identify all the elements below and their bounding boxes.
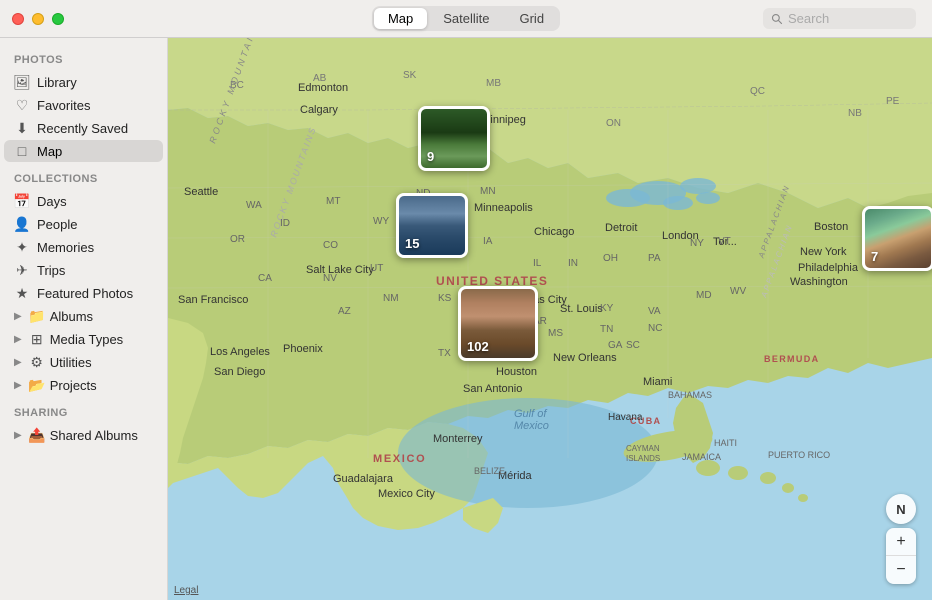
trips-icon: ✈ (14, 262, 30, 278)
sidebar-item-featured-photos-label: Featured Photos (37, 286, 133, 301)
days-icon: 📅 (14, 193, 30, 209)
minimize-button[interactable] (32, 13, 44, 25)
zoom-in-button[interactable]: + (886, 528, 916, 556)
photo-cluster-wa[interactable]: 15 (396, 193, 468, 258)
media-types-expand-icon: ▶ (14, 334, 22, 345)
sidebar-item-memories-label: Memories (37, 240, 94, 255)
sidebar-item-days[interactable]: 📅 Days (4, 190, 163, 212)
sidebar-item-projects[interactable]: ▶ 📂 Projects (4, 374, 163, 396)
shared-albums-icon: 📤 (29, 427, 45, 443)
photo-cluster-bc[interactable]: 9 (418, 106, 490, 171)
tab-map[interactable]: Map (374, 8, 427, 29)
sidebar-item-library[interactable]: 🖼 Library (4, 71, 163, 93)
sidebar-item-people-label: People (37, 217, 77, 232)
cluster-count-bc: 9 (427, 149, 434, 164)
sidebar-item-media-types[interactable]: ▶ ⊞ Media Types (4, 328, 163, 350)
sidebar-item-trips[interactable]: ✈ Trips (4, 259, 163, 281)
map-icon: □ (14, 143, 30, 159)
compass-button[interactable]: N (886, 494, 916, 524)
people-icon: 👤 (14, 216, 30, 232)
sidebar-item-shared-albums[interactable]: ▶ 📤 Shared Albums (4, 424, 163, 446)
zoom-controls: + − (886, 528, 916, 584)
albums-icon: 📁 (29, 308, 45, 324)
search-box[interactable] (763, 8, 916, 29)
sidebar-item-favorites-label: Favorites (37, 98, 90, 113)
main-content: ROCKY MOUNTAINS APPALACHIAN BC AB SK MB … (168, 0, 932, 600)
sidebar-item-albums[interactable]: ▶ 📁 Albums (4, 305, 163, 327)
search-icon (771, 13, 783, 25)
photo-cluster-sf[interactable]: 102 (458, 286, 538, 361)
sidebar-item-memories[interactable]: ✦ Memories (4, 236, 163, 258)
albums-expand-icon: ▶ (14, 311, 22, 322)
cluster-count-sf: 102 (467, 339, 489, 354)
traffic-lights (12, 13, 64, 25)
projects-icon: 📂 (29, 377, 45, 393)
view-mode-tabs: Map Satellite Grid (372, 6, 560, 31)
sidebar-item-projects-label: Projects (50, 378, 97, 393)
sidebar-item-map[interactable]: □ Map (4, 140, 163, 162)
tab-satellite[interactable]: Satellite (429, 8, 503, 29)
sidebar-item-days-label: Days (37, 194, 67, 209)
favorites-icon: ♡ (14, 97, 30, 113)
sharing-section-label: Sharing (0, 397, 167, 423)
tab-grid[interactable]: Grid (505, 8, 558, 29)
sidebar-item-utilities[interactable]: ▶ ⚙ Utilities (4, 351, 163, 373)
search-input[interactable] (788, 11, 908, 26)
cluster-count-wa: 15 (405, 236, 419, 251)
sidebar-item-media-types-label: Media Types (50, 332, 123, 347)
library-icon: 🖼 (14, 74, 30, 90)
shared-albums-expand-icon: ▶ (14, 430, 22, 441)
featured-icon: ★ (14, 285, 30, 301)
sidebar-item-recently-saved[interactable]: ⬇ Recently Saved (4, 117, 163, 139)
cluster-count-toronto: 7 (871, 249, 878, 264)
sidebar-item-trips-label: Trips (37, 263, 65, 278)
fullscreen-button[interactable] (52, 13, 64, 25)
sidebar: Photos 🖼 Library ♡ Favorites ⬇ Recently … (0, 0, 168, 600)
legal-link[interactable]: Legal (174, 585, 198, 596)
close-button[interactable] (12, 13, 24, 25)
projects-expand-icon: ▶ (14, 380, 22, 391)
sidebar-item-favorites[interactable]: ♡ Favorites (4, 94, 163, 116)
utilities-expand-icon: ▶ (14, 357, 22, 368)
memories-icon: ✦ (14, 239, 30, 255)
map-controls: N + − (886, 494, 916, 584)
sidebar-item-library-label: Library (37, 75, 77, 90)
sidebar-item-utilities-label: Utilities (50, 355, 92, 370)
zoom-out-button[interactable]: − (886, 556, 916, 584)
sidebar-item-albums-label: Albums (50, 309, 93, 324)
photos-section-label: Photos (0, 44, 167, 70)
utilities-icon: ⚙ (29, 354, 45, 370)
titlebar: Map Satellite Grid (0, 0, 932, 38)
map-container[interactable]: ROCKY MOUNTAINS APPALACHIAN BC AB SK MB … (168, 38, 932, 600)
sidebar-item-recently-saved-label: Recently Saved (37, 121, 128, 136)
collections-section-label: Collections (0, 163, 167, 189)
map-svg: ROCKY MOUNTAINS APPALACHIAN (168, 38, 932, 600)
sidebar-item-shared-albums-label: Shared Albums (50, 428, 138, 443)
photo-cluster-toronto[interactable]: 7 (862, 206, 932, 271)
sidebar-item-people[interactable]: 👤 People (4, 213, 163, 235)
sidebar-item-map-label: Map (37, 144, 62, 159)
recently-saved-icon: ⬇ (14, 120, 30, 136)
media-types-icon: ⊞ (29, 331, 45, 347)
sidebar-item-featured-photos[interactable]: ★ Featured Photos (4, 282, 163, 304)
